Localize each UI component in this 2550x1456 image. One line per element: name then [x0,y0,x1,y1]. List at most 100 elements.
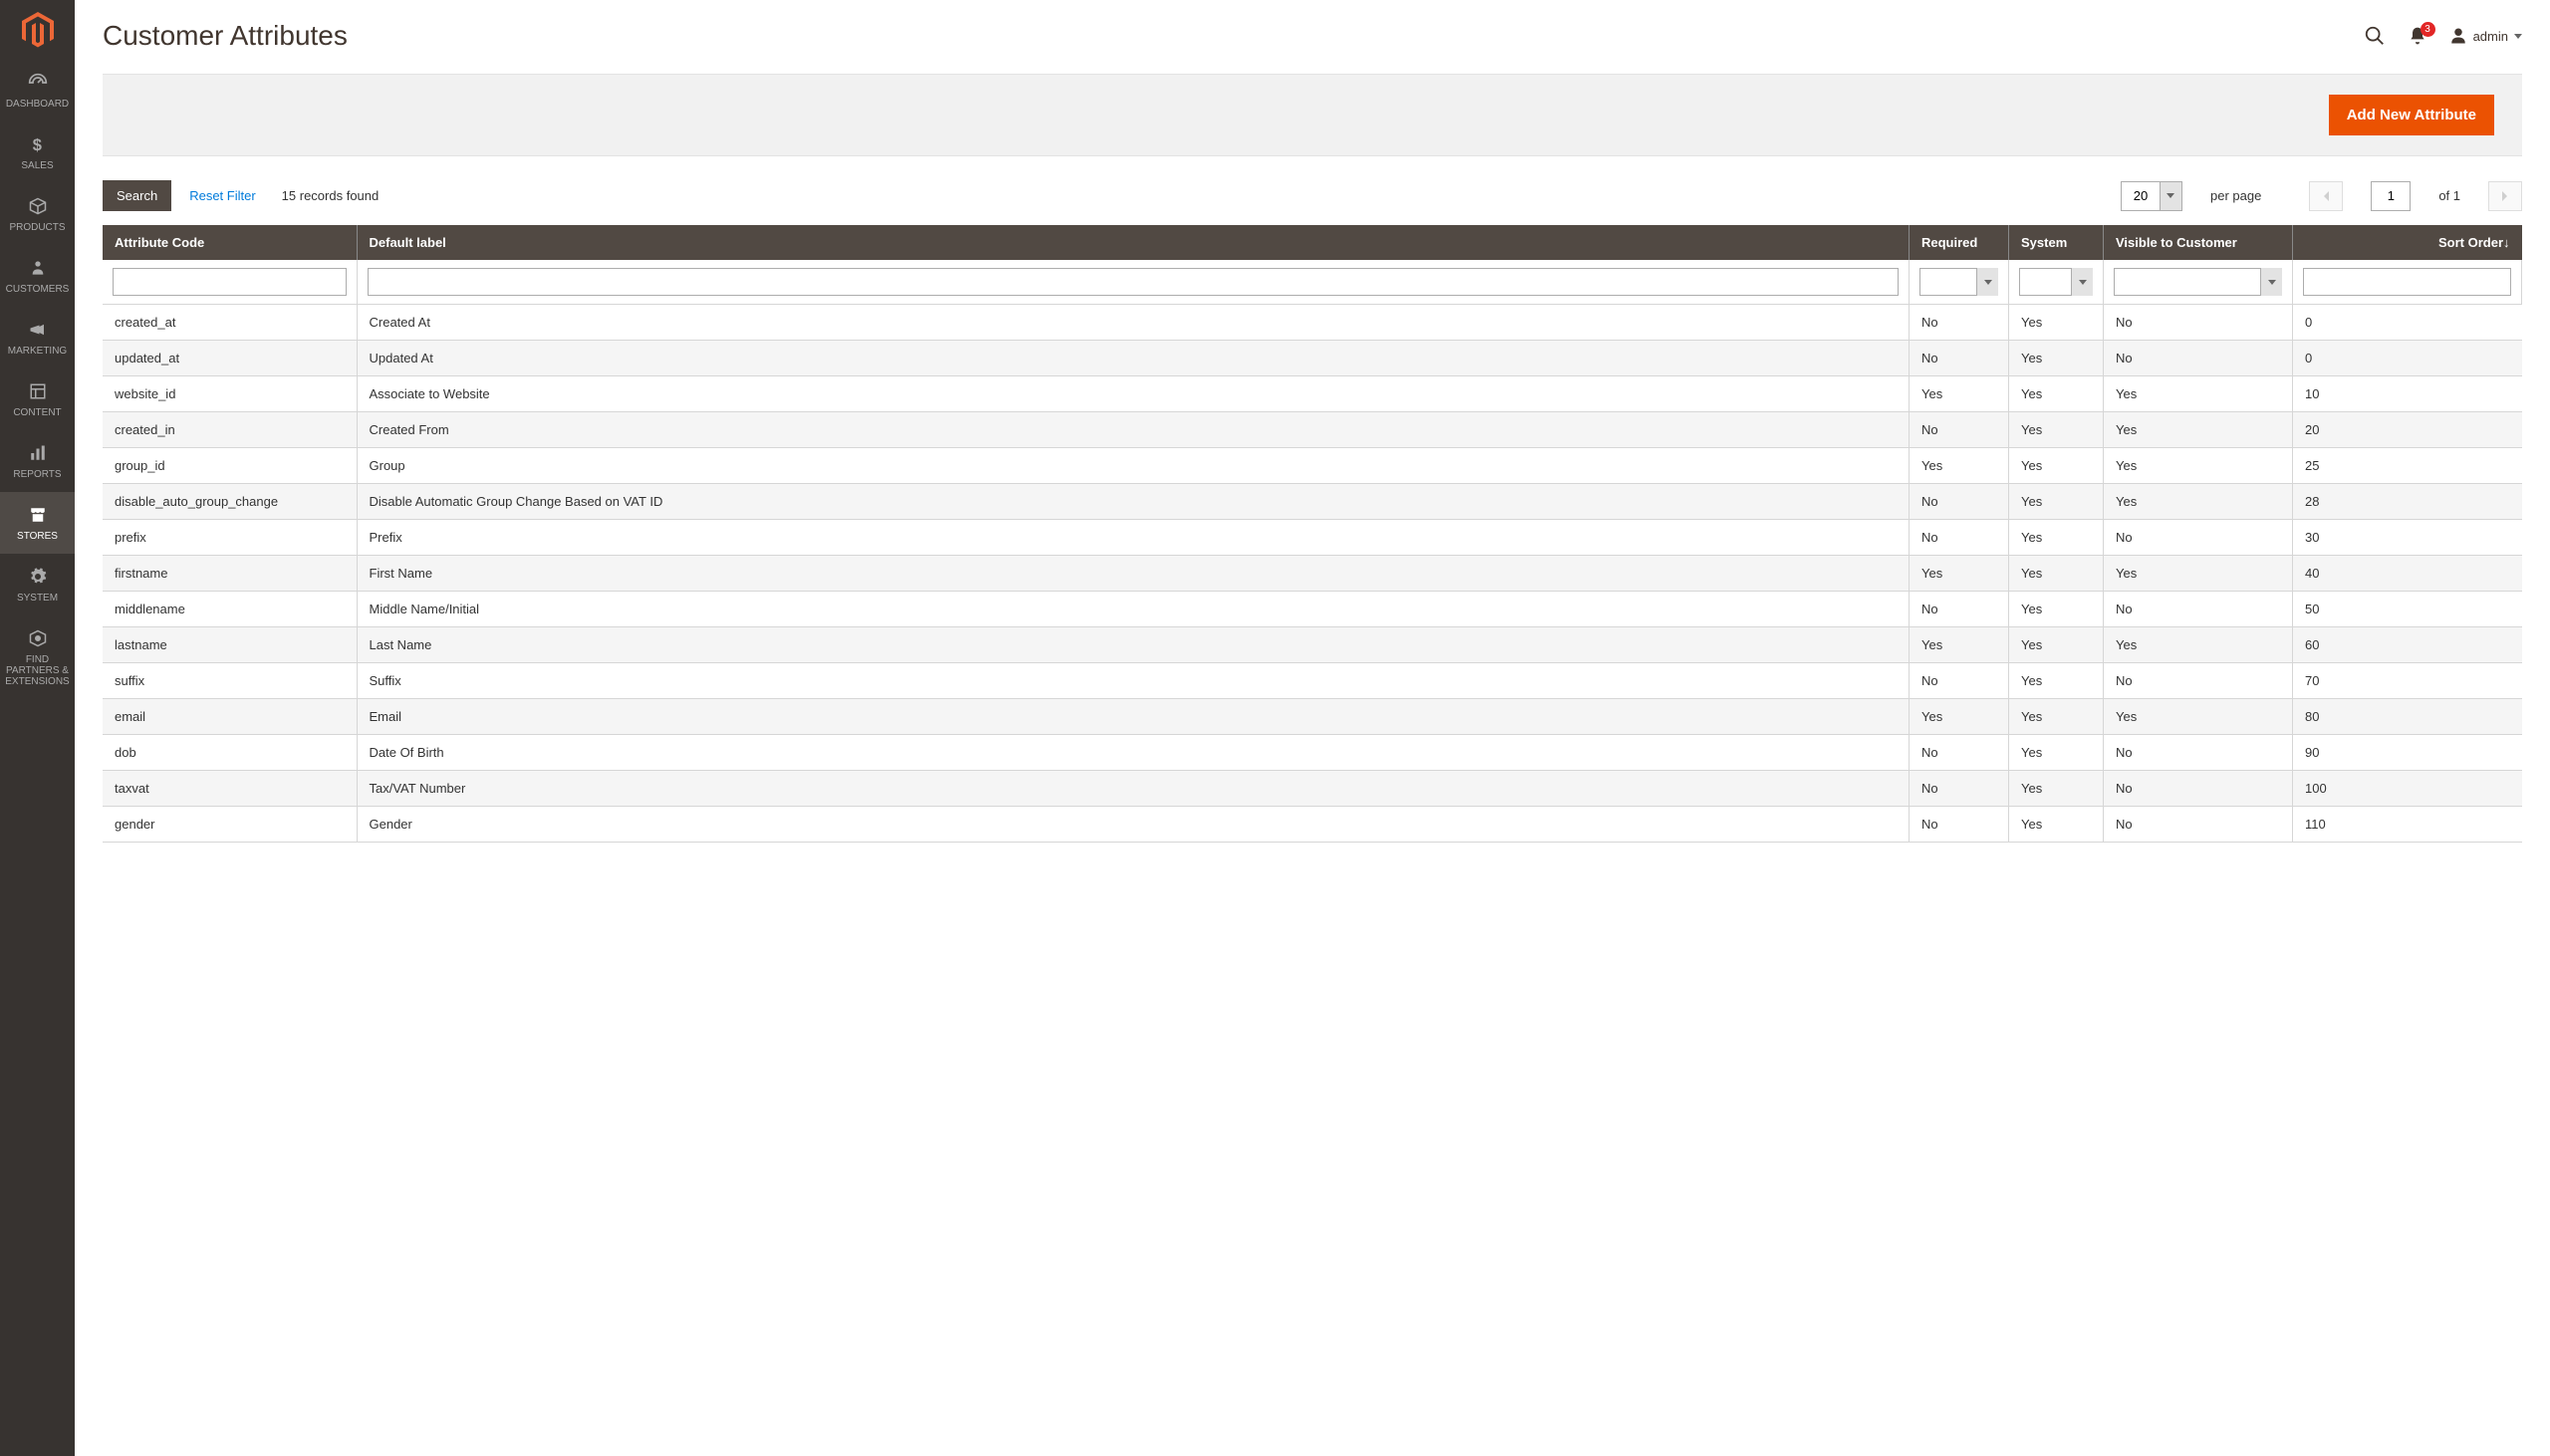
cell-required: Yes [1910,376,2009,412]
table-row[interactable]: firstnameFirst NameYesYesYes40 [103,556,2522,592]
nav-label: STORES [17,531,58,542]
add-new-attribute-button[interactable]: Add New Attribute [2329,95,2494,135]
table-row[interactable]: created_inCreated FromNoYesYes20 [103,412,2522,448]
nav-label: FIND PARTNERS & EXTENSIONS [4,654,71,687]
per-page-input[interactable] [2121,181,2161,211]
chart-bar-icon [27,442,49,464]
page-number-input[interactable] [2371,181,2411,211]
cell-visible: Yes [2104,627,2293,663]
cube-icon [27,195,49,217]
cell-required: No [1910,305,2009,341]
column-header-system[interactable]: System [2009,225,2104,260]
filter-required-select[interactable] [1919,268,1998,296]
table-row[interactable]: website_idAssociate to WebsiteYesYesYes1… [103,376,2522,412]
cell-sort: 90 [2293,735,2522,771]
filter-sort-input[interactable] [2303,268,2511,296]
cell-system: Yes [2009,556,2104,592]
cell-system: Yes [2009,663,2104,699]
prev-page-button[interactable] [2309,181,2343,211]
nav-label: SYSTEM [17,593,58,604]
column-header-sort-label: Sort Order [2438,235,2503,250]
cell-visible: No [2104,807,2293,843]
cell-required: Yes [1910,448,2009,484]
cell-visible: No [2104,663,2293,699]
reset-filter-link[interactable]: Reset Filter [189,188,255,203]
cell-visible: Yes [2104,412,2293,448]
nav-partners[interactable]: FIND PARTNERS & EXTENSIONS [0,615,75,699]
cell-required: No [1910,663,2009,699]
cell-required: Yes [1910,627,2009,663]
chevron-left-icon [2322,190,2330,202]
nav-system[interactable]: SYSTEM [0,554,75,615]
cell-system: Yes [2009,448,2104,484]
notifications-button[interactable]: 3 [2408,26,2427,46]
column-header-visible[interactable]: Visible to Customer [2104,225,2293,260]
table-row[interactable]: prefixPrefixNoYesNo30 [103,520,2522,556]
table-row[interactable]: genderGenderNoYesNo110 [103,807,2522,843]
nav-sales[interactable]: $ SALES [0,121,75,183]
search-button[interactable] [2364,25,2386,47]
cell-required: Yes [1910,556,2009,592]
cell-label: Disable Automatic Group Change Based on … [357,484,1910,520]
cell-sort: 50 [2293,592,2522,627]
cell-code: website_id [103,376,357,412]
nav-content[interactable]: CONTENT [0,368,75,430]
column-header-code[interactable]: Attribute Code [103,225,357,260]
column-header-sort[interactable]: Sort Order↓ [2293,225,2522,260]
nav-dashboard[interactable]: DASHBOARD [0,60,75,121]
table-row[interactable]: suffixSuffixNoYesNo70 [103,663,2522,699]
search-button[interactable]: Search [103,180,171,211]
search-icon [2364,25,2386,47]
table-row[interactable]: taxvatTax/VAT NumberNoYesNo100 [103,771,2522,807]
user-menu[interactable]: admin [2449,27,2522,45]
cell-label: First Name [357,556,1910,592]
cell-label: Updated At [357,341,1910,376]
cell-code: taxvat [103,771,357,807]
filter-label-input[interactable] [368,268,1900,296]
table-row[interactable]: lastnameLast NameYesYesYes60 [103,627,2522,663]
magento-logo[interactable] [0,0,75,60]
cell-required: No [1910,520,2009,556]
layout-icon [27,380,49,402]
chevron-right-icon [2501,190,2509,202]
column-header-required[interactable]: Required [1910,225,2009,260]
table-row[interactable]: dobDate Of BirthNoYesNo90 [103,735,2522,771]
cell-required: Yes [1910,699,2009,735]
filter-visible-select[interactable] [2114,268,2282,296]
cell-label: Created At [357,305,1910,341]
action-bar: Add New Attribute [103,74,2522,156]
cell-label: Tax/VAT Number [357,771,1910,807]
cell-system: Yes [2009,735,2104,771]
table-row[interactable]: emailEmailYesYesYes80 [103,699,2522,735]
cell-system: Yes [2009,627,2104,663]
table-row[interactable]: middlenameMiddle Name/InitialNoYesNo50 [103,592,2522,627]
nav-marketing[interactable]: MARKETING [0,307,75,368]
table-row[interactable]: disable_auto_group_changeDisable Automat… [103,484,2522,520]
nav-products[interactable]: PRODUCTS [0,183,75,245]
nav-stores[interactable]: STORES [0,492,75,554]
next-page-button[interactable] [2488,181,2522,211]
cell-visible: Yes [2104,376,2293,412]
per-page-label: per page [2210,188,2261,203]
gauge-icon [27,72,49,94]
cell-label: Middle Name/Initial [357,592,1910,627]
page-header: Customer Attributes 3 admin [75,0,2550,62]
cell-required: No [1910,341,2009,376]
cell-label: Email [357,699,1910,735]
cell-visible: No [2104,592,2293,627]
nav-reports[interactable]: REPORTS [0,430,75,492]
per-page-dropdown[interactable] [2161,181,2182,211]
column-header-label[interactable]: Default label [357,225,1910,260]
table-row[interactable]: created_atCreated AtNoYesNo0 [103,305,2522,341]
cell-visible: No [2104,771,2293,807]
cell-label: Created From [357,412,1910,448]
cell-required: No [1910,412,2009,448]
nav-customers[interactable]: CUSTOMERS [0,245,75,307]
cell-required: No [1910,484,2009,520]
cell-sort: 0 [2293,305,2522,341]
filter-code-input[interactable] [113,268,347,296]
table-row[interactable]: updated_atUpdated AtNoYesNo0 [103,341,2522,376]
cell-visible: Yes [2104,556,2293,592]
filter-system-select[interactable] [2019,268,2093,296]
table-row[interactable]: group_idGroupYesYesYes25 [103,448,2522,484]
